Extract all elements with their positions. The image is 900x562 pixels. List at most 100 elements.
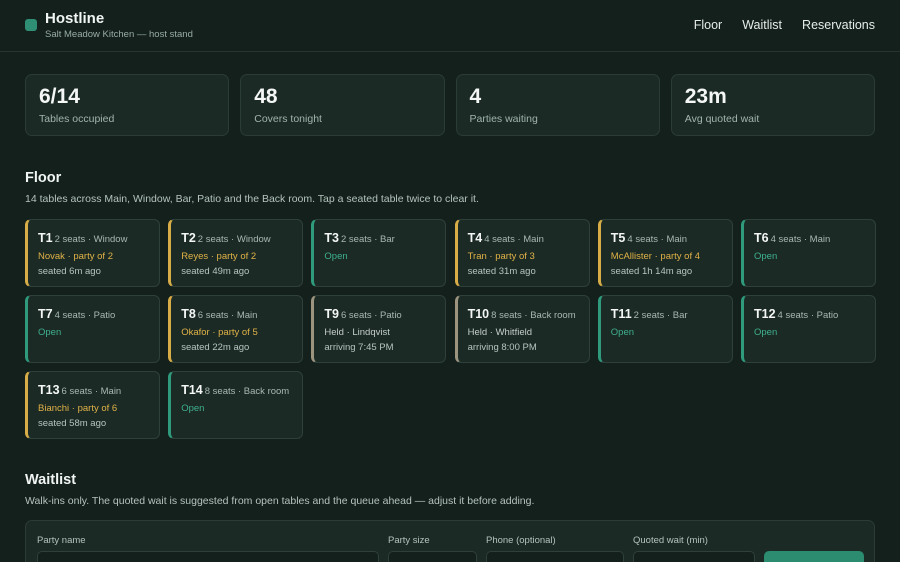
table-status: Reyes · party of 2 [181, 251, 257, 262]
top-bar: Hostline Salt Meadow Kitchen — host stan… [0, 0, 900, 52]
table-status: Open [38, 327, 62, 338]
stat-covers-tonight: 48 Covers tonight [240, 74, 445, 136]
party-size-input[interactable] [388, 551, 477, 562]
table-card-t14[interactable]: T14 8 seats · Back room Open [168, 371, 304, 439]
stat-avg-quoted-wait: 23m Avg quoted wait [670, 74, 875, 136]
stat-label: Avg quoted wait [684, 113, 760, 125]
table-status: Bianchi · party of 6 [38, 403, 118, 414]
table-card-t9[interactable]: T9 6 seats · Patio Held · Lindqvist arrivin… [311, 295, 447, 363]
table-card-t8[interactable]: T8 6 seats · Main Okafor · party of 5 seate… [168, 295, 304, 363]
table-name: T2 [181, 231, 196, 245]
table-name: T10 [467, 307, 490, 321]
phone-label: Phone (optional) [486, 535, 556, 546]
table-name: T12 [754, 307, 776, 321]
table-detail: seated 49m ago [181, 266, 250, 277]
floor-description: 14 tables across Main, Window, Bar, Pati… [25, 193, 479, 205]
stat-label: Tables occupied [39, 113, 115, 125]
table-meta: 2 seats · Window [54, 234, 128, 245]
table-meta: 6 seats · Patio [340, 310, 402, 321]
party-name-input[interactable] [37, 551, 379, 562]
table-header: T8 6 seats · Main [181, 306, 292, 323]
stat-value: 6/14 [39, 85, 80, 108]
table-detail: seated 31m ago [467, 266, 536, 277]
table-card-t4[interactable]: T4 4 seats · Main Tran · party of 3 seated … [454, 219, 590, 287]
table-detail: seated 1h 14m ago [610, 266, 693, 277]
table-header: T5 4 seats · Main [611, 230, 722, 247]
table-status: Held · Lindqvist [324, 327, 390, 338]
nav-reservations[interactable]: Reservations [802, 18, 875, 32]
table-status: Open [754, 327, 778, 338]
stat-parties-waiting: 4 Parties waiting [455, 74, 660, 136]
quoted-wait-label: Quoted wait (min) [633, 535, 708, 546]
table-header: T12 4 seats · Patio [754, 306, 865, 323]
table-meta: 8 seats · Back room [204, 386, 290, 397]
table-name: T14 [181, 383, 203, 397]
table-meta: 2 seats · Window [197, 234, 271, 245]
phone-input[interactable] [486, 551, 624, 562]
table-meta: 2 seats · Bar [340, 234, 395, 245]
app-subtitle: Salt Meadow Kitchen — host stand [45, 29, 193, 40]
table-header: T4 4 seats · Main [468, 230, 579, 247]
party-size-label: Party size [388, 535, 430, 546]
table-card-t3[interactable]: T3 2 seats · Bar Open [311, 219, 447, 287]
main-nav: Floor Waitlist Reservations [694, 18, 875, 32]
table-card-t12[interactable]: T12 4 seats · Patio Open [741, 295, 876, 363]
stat-label: Covers tonight [254, 113, 322, 125]
table-card-t11[interactable]: T11 2 seats · Bar Open [597, 295, 733, 363]
table-name: T6 [754, 231, 769, 245]
table-header: T10 8 seats · Back room [468, 306, 579, 323]
table-detail: arriving 7:45 PM [324, 342, 394, 353]
table-detail: seated 22m ago [181, 342, 250, 353]
table-header: T3 2 seats · Bar [324, 230, 435, 247]
table-header: T14 8 seats · Back room [181, 382, 292, 399]
app-title: Hostline [45, 10, 105, 27]
table-meta: 6 seats · Main [197, 310, 258, 321]
table-card-t6[interactable]: T6 4 seats · Main Open [741, 219, 876, 287]
stat-value: 48 [254, 85, 278, 108]
table-card-t10[interactable]: T10 8 seats · Back room Held · Whitfield ar… [454, 295, 590, 363]
quoted-wait-input[interactable] [633, 551, 755, 562]
table-card-t7[interactable]: T7 4 seats · Patio Open [25, 295, 160, 363]
table-card-t13[interactable]: T13 6 seats · Main Bianchi · party of 6 sea… [25, 371, 160, 439]
waitlist-form: Party name Party size Phone (optional) Q… [25, 520, 875, 562]
table-card-t5[interactable]: T5 4 seats · Main McAllister · party of 4 s… [597, 219, 733, 287]
table-meta: 4 seats · Main [770, 234, 831, 245]
table-card-t2[interactable]: T2 2 seats · Window Reyes · party of 2 seat… [168, 219, 304, 287]
table-detail: seated 6m ago [38, 266, 101, 277]
table-meta: 4 seats · Patio [54, 310, 116, 321]
table-name: T13 [38, 383, 60, 397]
table-name: T4 [467, 231, 483, 245]
table-name: T11 [610, 307, 632, 321]
table-name: T8 [181, 307, 196, 321]
table-card-t1[interactable]: T1 2 seats · Window Novak · party of 2 seat… [25, 219, 160, 287]
nav-floor[interactable]: Floor [694, 18, 722, 32]
table-status: Open [610, 327, 635, 338]
stats-row: 6/14 Tables occupied 48 Covers tonight 4… [25, 74, 875, 136]
table-detail: seated 58m ago [38, 418, 107, 429]
table-header: T6 4 seats · Main [754, 230, 865, 247]
table-name: T7 [38, 307, 53, 321]
stat-value: 4 [469, 85, 482, 108]
table-meta: 6 seats · Main [61, 386, 122, 397]
table-status: Held · Whitfield [467, 327, 533, 338]
table-meta: 2 seats · Bar [633, 310, 688, 321]
table-name: T1 [38, 231, 53, 245]
nav-waitlist[interactable]: Waitlist [742, 18, 782, 32]
table-header: T2 2 seats · Window [181, 230, 292, 247]
logo-icon [25, 19, 37, 31]
table-status: Okafor · party of 5 [181, 327, 258, 338]
table-status: McAllister · party of 4 [610, 251, 701, 262]
table-status: Open [324, 251, 348, 262]
floor-title: Floor [25, 170, 62, 186]
table-meta: 8 seats · Back room [491, 310, 576, 321]
table-header: T11 2 seats · Bar [611, 306, 722, 323]
waitlist-description: Walk-ins only. The quoted wait is sugges… [25, 495, 535, 507]
table-meta: 4 seats · Main [627, 234, 688, 245]
table-status: Novak · party of 2 [38, 251, 113, 262]
party-name-label: Party name [37, 535, 86, 546]
add-to-waitlist-button[interactable] [764, 551, 864, 562]
stat-tables-occupied: 6/14 Tables occupied [25, 74, 230, 136]
table-name: T5 [610, 231, 626, 245]
stat-label: Parties waiting [469, 113, 538, 125]
table-header: T9 6 seats · Patio [324, 306, 435, 323]
